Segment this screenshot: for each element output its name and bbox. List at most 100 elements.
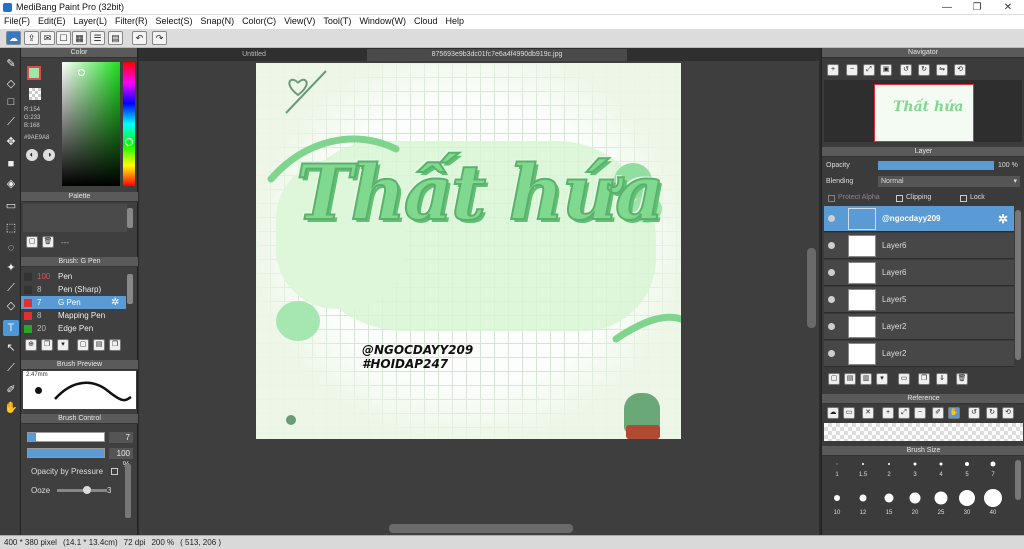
hue-slider-handle[interactable] — [125, 138, 133, 146]
transparent-color-swatch[interactable] — [29, 88, 41, 100]
brush-add-icon[interactable]: ⊕ — [25, 339, 37, 351]
navigator-flip-icon[interactable]: ⇋ — [936, 64, 948, 76]
menu-filter[interactable]: Filter(R) — [111, 15, 152, 26]
brush-menu-icon[interactable]: ▾ — [57, 339, 69, 351]
close-button[interactable]: ✕ — [993, 0, 1023, 15]
brush-copy-icon[interactable]: ❐ — [41, 339, 53, 351]
color-wheel-icon[interactable]: ◐ — [26, 149, 38, 161]
palette-add-icon[interactable]: ▢ — [26, 236, 38, 248]
select-eraser-icon[interactable]: ◇ — [3, 298, 19, 314]
brush-item-selected[interactable]: 7G Pen ✲ — [21, 296, 126, 309]
visibility-eye-icon[interactable] — [828, 296, 835, 303]
menu-tool[interactable]: Tool(T) — [319, 15, 355, 26]
brush-size-cell[interactable]: 5 — [954, 458, 980, 482]
layer-settings-gear-icon[interactable]: ✲ — [998, 212, 1008, 226]
lasso-tool-icon[interactable]: ◌ — [3, 240, 19, 256]
menu-file[interactable]: File(F) — [0, 15, 34, 26]
redo-icon[interactable]: ↷ — [152, 31, 167, 45]
layer-row[interactable]: Layer2 — [824, 314, 1014, 340]
layer-row[interactable]: Layer6 — [824, 233, 1014, 259]
new-8bit-layer-icon[interactable]: ▥ — [860, 373, 872, 385]
fill-tool-icon[interactable]: ◈ — [3, 176, 19, 192]
layer-row[interactable]: Layer2 — [824, 341, 1014, 367]
hand-tool-icon[interactable]: ✋ — [3, 400, 19, 416]
layer-opacity-slider[interactable] — [878, 161, 994, 170]
menu-window[interactable]: Window(W) — [355, 15, 410, 26]
chat-icon[interactable]: ☐ — [56, 31, 71, 45]
drawing-canvas[interactable]: Thất hứa @NGOCDAYY209 #HOIDAP247 — [256, 63, 681, 439]
reference-zoom-out-icon[interactable]: − — [914, 407, 926, 419]
cloud-sync-icon[interactable]: ☁ — [6, 31, 21, 45]
gradient-tool-icon[interactable]: ▭ — [3, 198, 19, 214]
navigator-actual-size-icon[interactable]: ▣ — [880, 64, 892, 76]
tab-image[interactable]: 875693e9b3dc01fc7e6a4f4990db919c.jpg — [367, 49, 627, 61]
hue-slider[interactable] — [123, 62, 135, 186]
brush-size-cell[interactable]: 1.5 — [850, 458, 876, 482]
canvas-vertical-scrollbar[interactable] — [807, 248, 816, 328]
brush-size-cell[interactable]: 12 — [850, 490, 876, 516]
visibility-eye-icon[interactable] — [828, 323, 835, 330]
list-icon[interactable]: ☰ — [90, 31, 105, 45]
navigator-zoom-in-icon[interactable]: + — [827, 64, 839, 76]
color-picker-square[interactable] — [62, 62, 120, 186]
blending-select[interactable]: Normal ▾ — [878, 176, 1020, 187]
visibility-eye-icon[interactable] — [828, 242, 835, 249]
palette-delete-icon[interactable]: 🗑 — [42, 236, 54, 248]
menu-help[interactable]: Help — [441, 15, 468, 26]
brush-size-cell[interactable]: 25 — [928, 490, 954, 516]
visibility-eye-icon[interactable] — [828, 350, 835, 357]
reference-reset-icon[interactable]: ⟲ — [1002, 407, 1014, 419]
menu-view[interactable]: View(V) — [280, 15, 319, 26]
brush-item[interactable]: 100 Pen — [21, 270, 126, 283]
duplicate-layer-icon[interactable]: ❐ — [918, 373, 930, 385]
layer-row[interactable]: Layer5 — [824, 287, 1014, 313]
visibility-eye-icon[interactable] — [828, 215, 835, 222]
visibility-eye-icon[interactable] — [828, 269, 835, 276]
layer-row[interactable]: @ngocdayy209 ✲ — [824, 206, 1014, 232]
operation-tool-icon[interactable]: ↖ — [3, 340, 19, 356]
new-folder-icon[interactable]: ▭ — [898, 373, 910, 385]
select-tool-icon[interactable]: ⬚ — [3, 220, 19, 236]
menu-color[interactable]: Color(C) — [238, 15, 280, 26]
menu-cloud[interactable]: Cloud — [410, 15, 442, 26]
new-halftone-layer-icon[interactable]: ▤ — [844, 373, 856, 385]
minimize-button[interactable]: — — [932, 0, 962, 15]
brush-size-cell[interactable]: 2 — [876, 458, 902, 482]
shape-tool-icon[interactable]: ■ — [3, 156, 19, 172]
brush-size-cell[interactable]: 30 — [954, 490, 980, 516]
tab-untitled[interactable]: Untitled — [189, 49, 319, 61]
magic-wand-icon[interactable]: ✦ — [3, 260, 19, 276]
menu-layer[interactable]: Layer(L) — [70, 15, 112, 26]
menu-snap[interactable]: Snap(N) — [197, 15, 239, 26]
brush-size-cell[interactable]: 3 — [902, 458, 928, 482]
brush-tool-icon[interactable]: ✎ — [3, 56, 19, 72]
canvas-horizontal-scrollbar[interactable] — [389, 524, 573, 533]
brush-item[interactable]: 20 Edge Pen — [21, 322, 126, 335]
divide-tool-icon[interactable]: ⟋ — [3, 360, 19, 376]
opacity-pressure-checkbox[interactable] — [111, 468, 118, 475]
dot-tool-icon[interactable]: ⟋ — [3, 114, 19, 130]
brush-size-slider[interactable] — [27, 432, 105, 442]
new-layer-icon[interactable]: ▢ — [828, 373, 840, 385]
brush-item[interactable]: 8 Mapping Pen — [21, 309, 126, 322]
rectangle-tool-icon[interactable]: □ — [3, 94, 19, 110]
new-layer-menu-icon[interactable]: ▾ — [876, 373, 888, 385]
brush-export-icon[interactable]: ▤ — [93, 339, 105, 351]
ooze-slider-handle[interactable] — [83, 486, 91, 494]
reference-rotate-left-icon[interactable]: ↺ — [968, 407, 980, 419]
ooze-slider[interactable] — [57, 486, 107, 494]
navigator-viewport[interactable]: Thất hứa — [874, 84, 974, 142]
lock-checbox[interactable] — [960, 195, 967, 202]
menu-edit[interactable]: Edit(E) — [34, 15, 70, 26]
move-tool-icon[interactable]: ✥ — [3, 134, 19, 150]
palette-scrollbar[interactable] — [127, 208, 133, 228]
brush-item[interactable]: 8 Pen (Sharp) — [21, 283, 126, 296]
reference-hand-icon[interactable]: ✋ — [948, 407, 960, 419]
delete-layer-icon[interactable]: 🗑 — [956, 373, 968, 385]
comment-icon[interactable]: ✉ — [40, 31, 55, 45]
protect-alpha-checkbox[interactable] — [828, 195, 835, 202]
maximize-button[interactable]: ❐ — [962, 0, 992, 15]
navigator-preview[interactable]: Thất hứa — [824, 80, 1022, 142]
color-palette-icon[interactable]: ◑ — [43, 149, 55, 161]
text-tool-icon[interactable]: T — [3, 320, 19, 336]
